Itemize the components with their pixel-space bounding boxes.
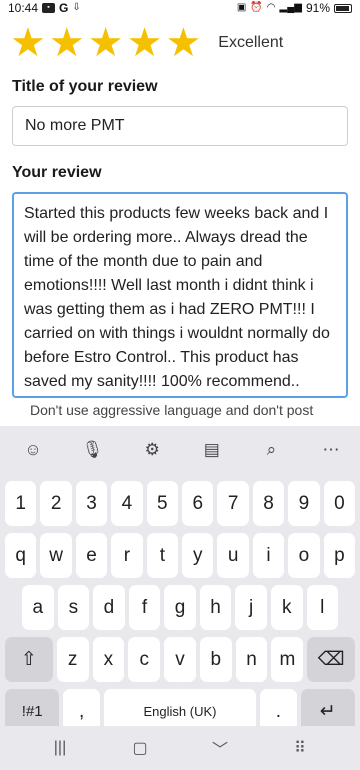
- key[interactable]: p: [323, 533, 356, 578]
- key[interactable]: b: [199, 637, 232, 682]
- key[interactable]: 7: [217, 481, 249, 526]
- review-title-input[interactable]: No more PMT: [12, 106, 348, 146]
- letter-row-2: a s d f g h j k l: [0, 585, 360, 630]
- key[interactable]: y: [182, 533, 214, 578]
- key[interactable]: q: [5, 533, 37, 578]
- emoji-icon[interactable]: ☺: [18, 435, 48, 465]
- back-icon[interactable]: ﹀: [200, 733, 240, 763]
- key[interactable]: u: [217, 533, 249, 578]
- key[interactable]: h: [199, 585, 232, 630]
- key[interactable]: l: [306, 585, 339, 630]
- key[interactable]: a: [22, 585, 54, 630]
- battery-icon: [334, 3, 352, 13]
- star-icon[interactable]: ★: [10, 23, 46, 63]
- letter-row-1: q w e r t y u i o p: [0, 533, 360, 578]
- key[interactable]: o: [288, 533, 320, 578]
- key[interactable]: 1: [5, 481, 37, 526]
- signal-icon: ▂▄▆: [279, 2, 302, 13]
- key[interactable]: 3: [75, 481, 108, 526]
- keyboard-toolbar: ☺ 🎙 ⚙ ▤ ⌕ ⋯: [0, 426, 360, 474]
- key[interactable]: w: [40, 533, 72, 578]
- google-icon: G: [59, 1, 69, 15]
- key[interactable]: f: [128, 585, 161, 630]
- star-icon[interactable]: ★: [165, 23, 201, 63]
- star-icon[interactable]: ★: [49, 23, 85, 63]
- mic-icon[interactable]: 🎙: [78, 435, 108, 465]
- wifi-icon: ◠: [266, 2, 276, 13]
- home-icon[interactable]: ▢: [120, 733, 160, 763]
- letter-row-3: ⇧ z x c v b n m ⌫: [0, 637, 360, 682]
- star-icon[interactable]: ★: [88, 23, 124, 63]
- keyboard-switch-icon[interactable]: ⠿: [280, 733, 320, 763]
- backspace-icon[interactable]: ⌫: [307, 637, 355, 682]
- rating-label: Excellent: [218, 34, 284, 51]
- rating-row: ★ ★ ★ ★ ★ Excellent: [10, 22, 350, 64]
- key[interactable]: i: [252, 533, 285, 578]
- review-guideline: Don't use aggressive language and don't …: [30, 402, 350, 426]
- key[interactable]: r: [111, 533, 143, 578]
- review-label: Your review: [12, 164, 102, 181]
- settings-icon[interactable]: ⚙: [137, 435, 167, 465]
- key[interactable]: 0: [323, 481, 356, 526]
- title-label: Title of your review: [12, 78, 158, 95]
- key[interactable]: 9: [288, 481, 320, 526]
- key[interactable]: g: [164, 585, 196, 630]
- key[interactable]: s: [57, 585, 90, 630]
- key[interactable]: 8: [252, 481, 285, 526]
- key[interactable]: e: [75, 533, 108, 578]
- notification-icon: ▪: [42, 3, 56, 13]
- system-navbar: ||| ▢ ﹀ ⠿: [0, 726, 360, 770]
- clock: 10:44: [8, 1, 39, 15]
- status-bar: 10:44 ▪ G ⇩ ▣ ⏰ ◠ ▂▄▆ 91%: [0, 0, 360, 16]
- shift-icon[interactable]: ⇧: [5, 637, 53, 682]
- clipboard-icon[interactable]: ▤: [197, 435, 227, 465]
- download-icon: ⇩: [72, 2, 81, 13]
- key[interactable]: c: [128, 637, 161, 682]
- key[interactable]: m: [271, 637, 304, 682]
- recents-icon[interactable]: |||: [40, 733, 80, 763]
- soft-keyboard: ☺ 🎙 ⚙ ▤ ⌕ ⋯ 1 2 3 4 5 6 7 8 9 0 q w e r …: [0, 426, 360, 734]
- number-row: 1 2 3 4 5 6 7 8 9 0: [0, 481, 360, 526]
- search-icon[interactable]: ⌕: [256, 435, 286, 465]
- key[interactable]: x: [92, 637, 125, 682]
- star-icon[interactable]: ★: [127, 23, 163, 63]
- key[interactable]: 6: [182, 481, 214, 526]
- key[interactable]: j: [235, 585, 267, 630]
- battery-level: 91%: [305, 1, 330, 15]
- key[interactable]: 4: [111, 481, 143, 526]
- key[interactable]: v: [164, 637, 196, 682]
- key[interactable]: d: [93, 585, 125, 630]
- key[interactable]: 2: [40, 481, 72, 526]
- key[interactable]: t: [146, 533, 179, 578]
- key[interactable]: k: [270, 585, 303, 630]
- review-textarea[interactable]: Started this products few weeks back and…: [12, 192, 348, 398]
- key[interactable]: z: [56, 637, 89, 682]
- key[interactable]: n: [235, 637, 268, 682]
- more-icon[interactable]: ⋯: [316, 435, 346, 465]
- alarm-icon: ⏰: [250, 2, 263, 13]
- nfc-icon: ▣: [236, 2, 247, 13]
- key[interactable]: 5: [146, 481, 179, 526]
